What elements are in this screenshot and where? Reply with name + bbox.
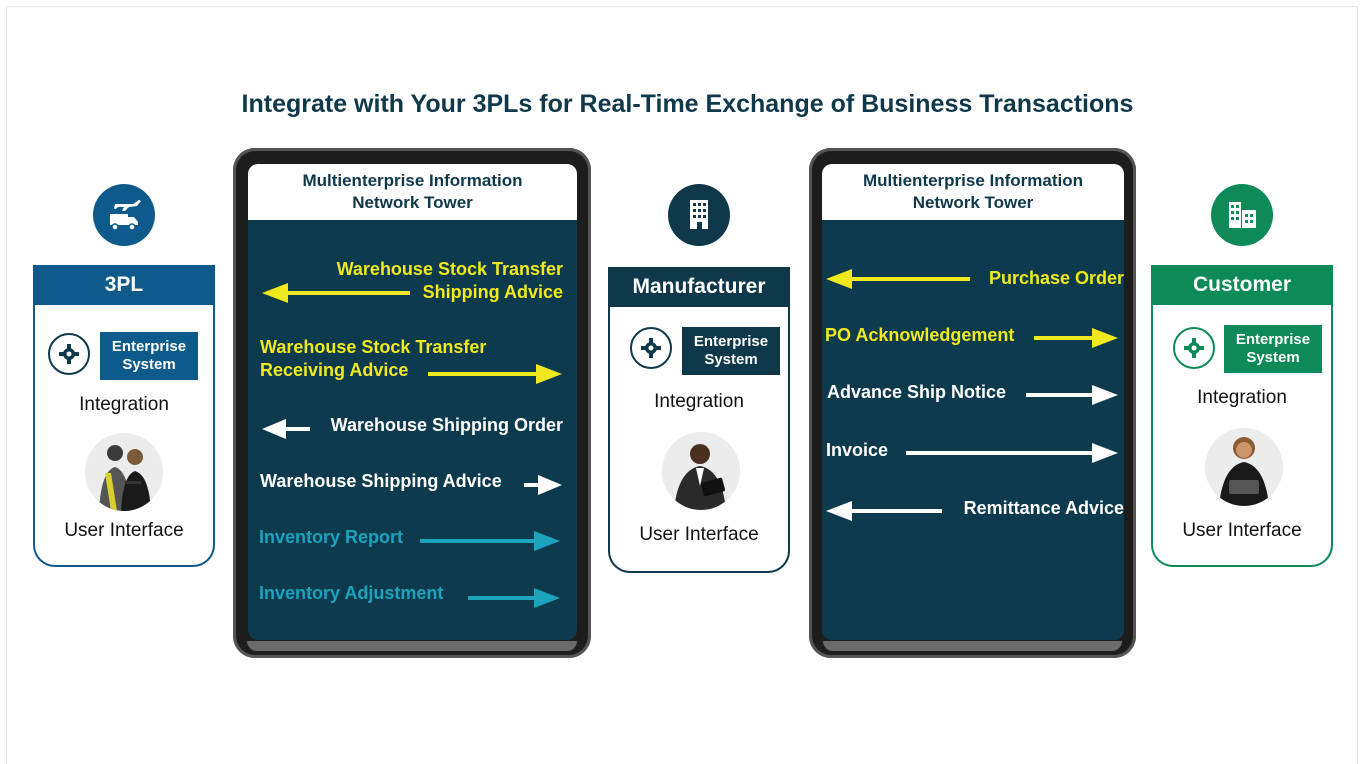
tpl-header: 3PL xyxy=(33,265,215,305)
right-tower-header-text: Multienterprise Information Network Towe… xyxy=(862,171,1084,212)
page-title: Integrate with Your 3PLs for Real-Time E… xyxy=(241,90,1134,118)
arrow-right-shipping-advice xyxy=(524,475,562,495)
right-tower-screen: Multienterprise Information Network Towe… xyxy=(822,164,1124,640)
right-tower-tablet: Multienterprise Information Network Towe… xyxy=(809,148,1136,658)
manufacturer-ui-label: User Interface xyxy=(639,524,759,545)
tpl-ui-label: User Interface xyxy=(64,520,184,541)
building-icon xyxy=(668,184,730,246)
customer-enterprise-system: Enterprise System xyxy=(1224,325,1322,373)
manufacturer-enterprise-system: Enterprise System xyxy=(682,327,780,375)
tablet-bezel xyxy=(823,641,1122,651)
arrow-right-asn xyxy=(1026,385,1118,405)
integration-gear-icon xyxy=(48,333,90,375)
tablet-bezel xyxy=(247,641,577,651)
arrow-right-inventory-report xyxy=(420,531,560,551)
manufacturer-integration-label: Integration xyxy=(654,391,744,412)
tpl-enterprise-system: Enterprise System xyxy=(100,332,198,380)
left-tower-screen: Multienterprise Information Network Towe… xyxy=(248,164,577,640)
arrow-left-remittance xyxy=(826,501,942,521)
office-building-icon xyxy=(1211,184,1273,246)
customer-integration-label: Integration xyxy=(1197,387,1287,408)
flow-label-shipping-order: Warehouse Shipping Order xyxy=(330,415,563,435)
tpl-card: 3PL Enterprise System Integration User I… xyxy=(33,265,215,567)
arrow-right-inventory-adjustment xyxy=(468,588,560,608)
customer-header: Customer xyxy=(1151,265,1333,305)
flow-label-invoice: Invoice xyxy=(826,440,889,460)
arrow-right-invoice xyxy=(906,443,1118,463)
truck-plane-icon xyxy=(93,184,155,246)
tpl-users-photo xyxy=(85,433,163,511)
left-tower-header-text: Multienterprise Information Network Towe… xyxy=(302,171,523,212)
tpl-integration-label: Integration xyxy=(79,394,169,415)
arrow-right-po-ack xyxy=(1034,328,1118,348)
manufacturer-user-photo xyxy=(662,432,740,510)
flow-label-shipping-advice: Warehouse Shipping Advice xyxy=(260,471,502,491)
flow-label-remittance-advice: Remittance Advice xyxy=(963,498,1124,518)
customer-ui-label: User Interface xyxy=(1182,520,1302,541)
arrow-right-wst-receiving xyxy=(428,364,562,384)
flow-label-purchase-order: Purchase Order xyxy=(988,268,1124,288)
arrow-left-shipping-order xyxy=(262,419,310,439)
flow-label-advance-ship-notice: Advance Ship Notice xyxy=(827,382,1007,402)
right-tower-header: Multienterprise Information Network Towe… xyxy=(822,164,1124,220)
arrow-left-purchase-order xyxy=(826,269,970,289)
flow-label-po-acknowledgement: PO Acknowledgement xyxy=(825,325,1015,345)
arrow-left-wst-shipping xyxy=(262,283,410,303)
flow-label-inventory-report: Inventory Report xyxy=(259,527,404,547)
integration-gear-icon xyxy=(630,327,672,369)
customer-card: Customer Enterprise System Integration U… xyxy=(1151,265,1333,567)
manufacturer-card: Manufacturer Enterprise System Integrati… xyxy=(608,267,790,573)
flow-label-inventory-adjustment: Inventory Adjustment xyxy=(259,583,444,603)
manufacturer-header: Manufacturer xyxy=(608,267,790,307)
left-tower-header: Multienterprise Information Network Towe… xyxy=(248,164,577,220)
left-tower-tablet: Multienterprise Information Network Towe… xyxy=(233,148,591,658)
customer-user-photo xyxy=(1205,428,1283,506)
integration-gear-icon xyxy=(1173,327,1215,369)
